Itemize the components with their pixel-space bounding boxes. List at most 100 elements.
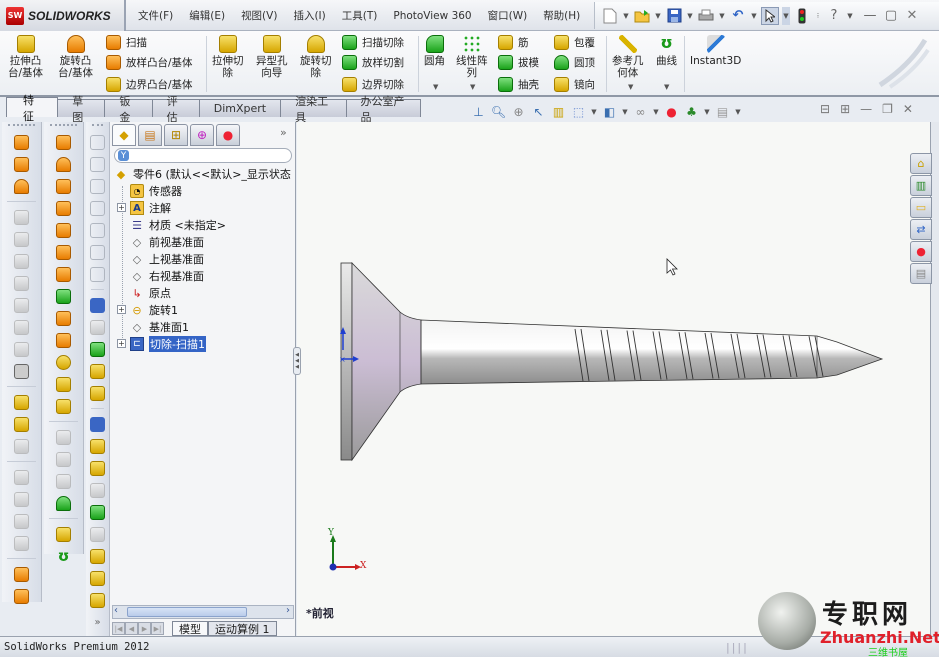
tab-model[interactable]: 模型: [172, 621, 208, 636]
rib-button[interactable]: 筋: [498, 35, 529, 50]
menu-insert[interactable]: 插入(I): [285, 8, 333, 23]
view-cube-icon[interactable]: [87, 175, 109, 197]
undo-icon[interactable]: ↶: [729, 7, 747, 25]
feature-tool-icon[interactable]: [87, 501, 109, 523]
doc-close-icon[interactable]: ✕: [903, 102, 913, 116]
disabled-tool-icon[interactable]: [87, 479, 109, 501]
select-dropdown[interactable]: ▼: [782, 6, 790, 25]
dimxpertmanager-tab[interactable]: ⊕: [190, 124, 214, 146]
scroll-right-icon[interactable]: ›: [286, 605, 290, 616]
sketch-tool-icon[interactable]: [87, 435, 109, 457]
tree-root-part[interactable]: ◆ 零件6 (默认<<默认>_显示状态: [114, 166, 291, 182]
menu-photoview[interactable]: PhotoView 360: [385, 10, 479, 22]
first-tab-icon[interactable]: |◀: [112, 622, 125, 635]
expand-toggle[interactable]: +: [117, 203, 126, 212]
display-style-dropdown[interactable]: ▼: [621, 108, 629, 116]
tile-horizontal-icon[interactable]: ⊟: [820, 102, 830, 116]
surface-revolve-icon[interactable]: [11, 153, 33, 175]
disabled-tool-icon[interactable]: [11, 466, 33, 488]
hole-wizard-button[interactable]: 异型孔 向导: [256, 35, 288, 79]
disabled-tool-icon[interactable]: [11, 228, 33, 250]
disabled-tool-icon[interactable]: [11, 488, 33, 510]
sketch-tool-icon[interactable]: [87, 294, 109, 316]
prev-tab-icon[interactable]: ◀: [125, 622, 138, 635]
feature-tool-icon[interactable]: [53, 285, 75, 307]
move-face-icon[interactable]: [11, 391, 33, 413]
scrollbar-thumb[interactable]: [127, 607, 247, 617]
more-tabs-icon[interactable]: »: [280, 126, 287, 139]
telephone-tool-icon[interactable]: [11, 360, 33, 382]
horizontal-scrollbar[interactable]: ‹ ›: [112, 605, 294, 619]
tree-item-origin[interactable]: ↳ 原点: [130, 285, 171, 301]
last-tab-icon[interactable]: ▶|: [151, 622, 164, 635]
print-dropdown[interactable]: ▼: [718, 12, 726, 20]
toolbar-grip[interactable]: [50, 124, 77, 129]
doc-restore-icon[interactable]: ❐: [882, 102, 893, 116]
print-icon[interactable]: [697, 7, 715, 25]
new-document-icon[interactable]: [601, 7, 619, 25]
help-dropdown[interactable]: ▼: [846, 12, 854, 20]
view-cube-icon[interactable]: [87, 131, 109, 153]
sweep-tool-icon[interactable]: [53, 175, 75, 197]
disabled-tool-icon[interactable]: [11, 206, 33, 228]
disabled-tool-icon[interactable]: [87, 316, 109, 338]
fillet-dropdown[interactable]: ▼: [433, 83, 438, 91]
apply-scene-dropdown[interactable]: ▼: [703, 108, 711, 116]
instant3d-button[interactable]: Instant3D: [690, 35, 741, 67]
solidworks-logo[interactable]: SW SOLIDWORKS: [0, 0, 126, 31]
disabled-tool-icon[interactable]: [11, 532, 33, 554]
view-cube-icon[interactable]: [87, 219, 109, 241]
disabled-tool-icon[interactable]: [87, 523, 109, 545]
boundary-boss-button[interactable]: 边界凸台/基体: [106, 77, 193, 92]
draft-button[interactable]: 拔模: [498, 55, 539, 70]
view-settings-dropdown[interactable]: ▼: [734, 108, 742, 116]
menu-tools[interactable]: 工具(T): [334, 8, 386, 23]
expand-chevron-icon[interactable]: »: [87, 611, 109, 633]
section-view-icon[interactable]: ▥: [550, 104, 567, 121]
zoom-to-fit-icon[interactable]: 🔍︎: [490, 104, 507, 121]
feature-tool-icon[interactable]: [53, 395, 75, 417]
tree-item-annotations[interactable]: + A 注解: [117, 200, 171, 216]
tab-evaluate[interactable]: 评估: [151, 95, 200, 124]
scroll-left-icon[interactable]: ‹: [114, 605, 118, 616]
mirror-button[interactable]: 镜向: [554, 77, 595, 92]
view-cube-icon[interactable]: [87, 153, 109, 175]
feature-tool-icon[interactable]: [87, 382, 109, 404]
revolve-cut-button[interactable]: 旋转切 除: [300, 35, 332, 79]
fillet-button[interactable]: 圆角: [424, 35, 445, 67]
feature-tool-icon[interactable]: [87, 545, 109, 567]
view-orientation-dropdown[interactable]: ▼: [590, 108, 598, 116]
disabled-tool-icon[interactable]: [53, 426, 75, 448]
file-explorer-icon[interactable]: ▭: [910, 197, 932, 218]
toolbar-grip[interactable]: [92, 124, 103, 129]
surface-sweep-icon[interactable]: [11, 175, 33, 197]
pattern-dropdown[interactable]: ▼: [470, 83, 475, 91]
view-palette-icon[interactable]: ⇄: [910, 219, 932, 240]
disabled-tool-icon[interactable]: [11, 510, 33, 532]
help-icon[interactable]: ?: [825, 7, 843, 25]
swept-cut-button[interactable]: 扫描切除: [342, 35, 404, 50]
feature-tool-icon[interactable]: [53, 131, 75, 153]
configurationmanager-tab[interactable]: ⊞: [164, 124, 188, 146]
minimize-icon[interactable]: —: [861, 7, 879, 25]
cursor-icon[interactable]: [761, 6, 779, 25]
view-orientation-icon[interactable]: ⬚: [570, 104, 587, 121]
tree-item-sensors[interactable]: ◔ 传感器: [130, 183, 182, 199]
tree-item-cut-sweep1[interactable]: + ⊏ 切除-扫描1: [117, 336, 206, 352]
tab-sketch[interactable]: 草图: [57, 95, 106, 124]
shell-button[interactable]: 抽壳: [498, 77, 539, 92]
save-icon[interactable]: [665, 7, 683, 25]
close-icon[interactable]: ✕: [903, 7, 921, 25]
tab-render-tools[interactable]: 渲染工具: [280, 95, 347, 124]
tab-features[interactable]: 特征: [6, 94, 59, 123]
feature-tool-icon[interactable]: [53, 351, 75, 373]
lofted-cut-button[interactable]: 放样切割: [342, 55, 404, 70]
view-settings-icon[interactable]: ▤: [714, 104, 731, 121]
doc-minimize-icon[interactable]: —: [860, 102, 872, 116]
tree-item-right-plane[interactable]: ◇ 右视基准面: [130, 268, 204, 284]
linear-pattern-button[interactable]: 线性阵 列: [456, 35, 488, 79]
disabled-tool-icon[interactable]: [11, 435, 33, 457]
panel-splitter-handle[interactable]: ◀ ◀ ◀: [293, 347, 301, 375]
revolve-boss-button[interactable]: 旋转凸 台/基体: [58, 35, 93, 79]
delete-face-icon[interactable]: [11, 413, 33, 435]
